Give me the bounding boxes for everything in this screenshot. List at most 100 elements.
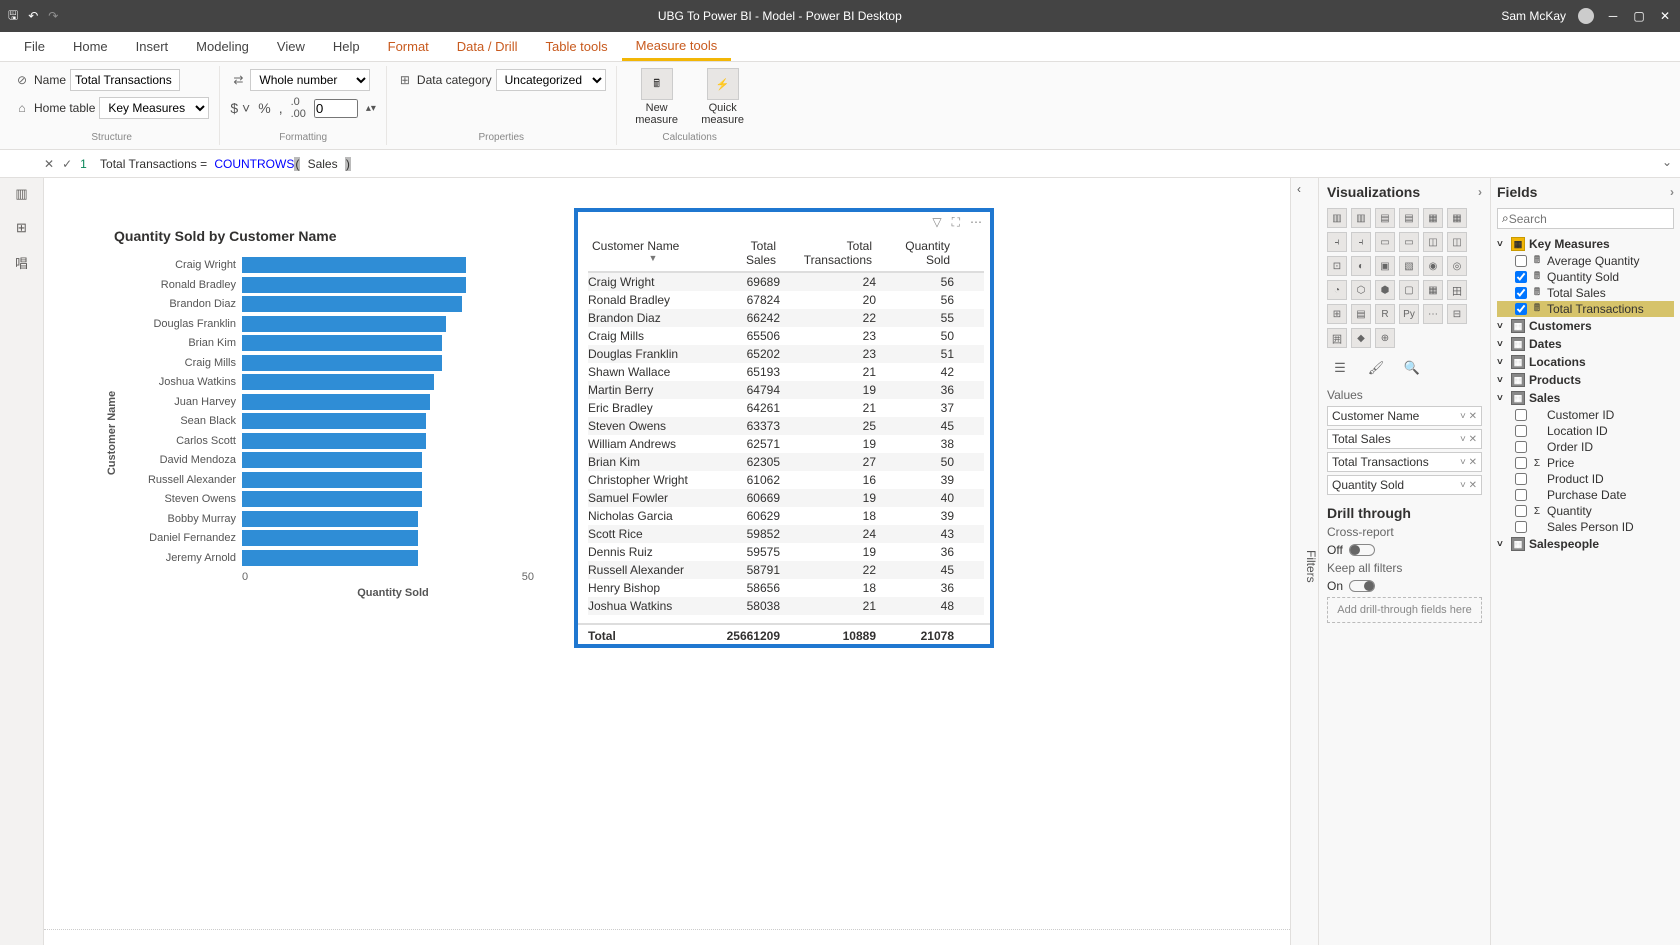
table-row[interactable]: Martin Berry647941936 <box>588 381 984 399</box>
tab-measure-tools[interactable]: Measure tools <box>622 32 732 61</box>
viz-type-icon[interactable]: ▤ <box>1375 208 1395 228</box>
tab-table-tools[interactable]: Table tools <box>531 32 621 61</box>
field-checkbox[interactable] <box>1515 505 1527 517</box>
field-item[interactable]: Purchase Date <box>1497 487 1674 503</box>
bar-row[interactable]: Craig Wright <box>242 256 544 274</box>
formula-expand-icon[interactable]: ⌄ <box>1662 155 1672 169</box>
viz-type-icon[interactable]: ▦ <box>1423 208 1443 228</box>
table-header-dates[interactable]: ˅▦Dates <box>1497 335 1674 353</box>
viz-type-icon[interactable]: ◎ <box>1447 256 1467 276</box>
new-measure-button[interactable]: 🖩 New measure <box>627 68 687 126</box>
well-controls[interactable]: ˅ ✕ <box>1460 480 1477 491</box>
tab-home[interactable]: Home <box>59 32 122 61</box>
field-item[interactable]: 🖩Total Transactions <box>1497 301 1674 317</box>
bar-chart-visual[interactable]: Quantity Sold by Customer Name Customer … <box>114 228 544 628</box>
viz-type-icon[interactable]: ▭ <box>1375 232 1395 252</box>
undo-icon[interactable]: ↶ <box>28 9 38 23</box>
viz-type-icon[interactable]: ▣ <box>1375 256 1395 276</box>
tab-help[interactable]: Help <box>319 32 374 61</box>
table-row[interactable]: William Andrews625711938 <box>588 435 984 453</box>
viz-type-icon[interactable]: ⫞ <box>1351 232 1371 252</box>
table-row[interactable]: Christopher Wright610621639 <box>588 471 984 489</box>
filters-pane-collapsed[interactable]: ‹ Filters <box>1290 178 1318 945</box>
bar-row[interactable]: Bobby Murray <box>242 510 544 528</box>
bar-row[interactable]: Jeremy Arnold <box>242 549 544 567</box>
viz-type-icon[interactable]: ▥ <box>1351 208 1371 228</box>
viz-type-icon[interactable]: ▢ <box>1399 280 1419 300</box>
viz-type-icon[interactable]: ▧ <box>1399 256 1419 276</box>
bar-row[interactable]: Sean Black <box>242 412 544 430</box>
keep-filters-toggle[interactable]: On <box>1327 579 1482 593</box>
percent-button[interactable]: % <box>258 100 270 116</box>
well-controls[interactable]: ˅ ✕ <box>1460 457 1477 468</box>
maximize-button[interactable]: ▢ <box>1632 9 1646 23</box>
name-input[interactable] <box>70 69 180 91</box>
tab-view[interactable]: View <box>263 32 319 61</box>
page-tabs[interactable] <box>44 929 1290 945</box>
viz-type-icon[interactable]: ◐ <box>1351 256 1371 276</box>
viz-type-icon[interactable]: ⫞ <box>1327 232 1347 252</box>
viz-type-icon[interactable]: ◆ <box>1351 328 1371 348</box>
viz-type-icon[interactable]: 囲 <box>1327 328 1347 348</box>
table-row[interactable]: Brandon Diaz662422255 <box>588 309 984 327</box>
table-row[interactable]: Henry Bishop586561836 <box>588 579 984 597</box>
viz-type-icon[interactable]: R <box>1375 304 1395 324</box>
expand-filters-icon[interactable]: ‹ <box>1297 182 1301 196</box>
viz-type-icon[interactable]: ◔ <box>1327 280 1347 300</box>
collapse-viz-icon[interactable]: › <box>1478 185 1482 199</box>
currency-button[interactable]: $ ˅ <box>230 100 250 116</box>
viz-type-icon[interactable]: 田 <box>1447 280 1467 300</box>
field-item[interactable]: Customer ID <box>1497 407 1674 423</box>
bar-row[interactable]: Joshua Watkins <box>242 373 544 391</box>
table-row[interactable]: Russell Alexander587912245 <box>588 561 984 579</box>
bar-row[interactable]: Steven Owens <box>242 490 544 508</box>
well-controls[interactable]: ˅ ✕ <box>1460 411 1477 422</box>
formula-bar[interactable]: ✕ ✓ 1 Total Transactions = COUNTROWS( Sa… <box>0 150 1680 178</box>
viz-type-icon[interactable]: ◫ <box>1423 232 1443 252</box>
field-checkbox[interactable] <box>1515 425 1527 437</box>
fields-search[interactable]: ⌕ <box>1497 208 1674 229</box>
value-well[interactable]: Total Sales˅ ✕ <box>1327 429 1482 449</box>
focus-mode-icon[interactable]: ⛶ <box>952 215 960 230</box>
well-controls[interactable]: ˅ ✕ <box>1460 434 1477 445</box>
viz-type-icon[interactable]: ▦ <box>1423 280 1443 300</box>
tab-modeling[interactable]: Modeling <box>182 32 263 61</box>
table-row[interactable]: Dennis Ruiz595751936 <box>588 543 984 561</box>
collapse-fields-icon[interactable]: › <box>1670 185 1674 199</box>
viz-type-icon[interactable]: ◉ <box>1423 256 1443 276</box>
cross-report-toggle[interactable]: Off <box>1327 543 1482 557</box>
viz-type-icon[interactable]: ⊡ <box>1327 256 1347 276</box>
field-checkbox[interactable] <box>1515 457 1527 469</box>
user-avatar[interactable] <box>1578 8 1594 24</box>
drill-through-dropzone[interactable]: Add drill-through fields here <box>1327 597 1482 623</box>
field-checkbox[interactable] <box>1515 303 1527 315</box>
tab-file[interactable]: File <box>10 32 59 61</box>
viz-type-icon[interactable]: ▦ <box>1447 208 1467 228</box>
format-tab-icon[interactable]: 🖌 <box>1365 358 1387 378</box>
save-icon[interactable]: 🖫 <box>8 6 18 27</box>
redo-icon[interactable]: ↷ <box>48 9 58 23</box>
table-row[interactable]: Craig Wright696892456 <box>588 273 984 291</box>
bar-row[interactable]: Brandon Diaz <box>242 295 544 313</box>
table-row[interactable]: Douglas Franklin652022351 <box>588 345 984 363</box>
fields-tab-icon[interactable]: ☰ <box>1329 358 1351 378</box>
field-checkbox[interactable] <box>1515 255 1527 267</box>
table-row[interactable]: Joshua Watkins580382148 <box>588 597 984 615</box>
search-input[interactable] <box>1509 212 1669 226</box>
data-view-icon[interactable]: ⊞ <box>12 218 32 238</box>
field-checkbox[interactable] <box>1515 473 1527 485</box>
field-item[interactable]: Sales Person ID <box>1497 519 1674 535</box>
viz-type-icon[interactable]: ◫ <box>1447 232 1467 252</box>
format-type-select[interactable]: Whole number <box>250 69 370 91</box>
home-table-select[interactable]: Key Measures <box>99 97 209 119</box>
table-row[interactable]: Shawn Wallace651932142 <box>588 363 984 381</box>
field-checkbox[interactable] <box>1515 409 1527 421</box>
tab-insert[interactable]: Insert <box>122 32 183 61</box>
viz-type-icon[interactable]: ▭ <box>1399 232 1419 252</box>
table-row[interactable]: Samuel Fowler606691940 <box>588 489 984 507</box>
viz-type-icon[interactable]: ⬡ <box>1351 280 1371 300</box>
close-button[interactable]: ✕ <box>1658 9 1672 23</box>
formula-cancel-icon[interactable]: ✕ <box>44 157 54 171</box>
quick-measure-button[interactable]: ⚡ Quick measure <box>693 68 753 126</box>
table-row[interactable]: Steven Owens633732545 <box>588 417 984 435</box>
